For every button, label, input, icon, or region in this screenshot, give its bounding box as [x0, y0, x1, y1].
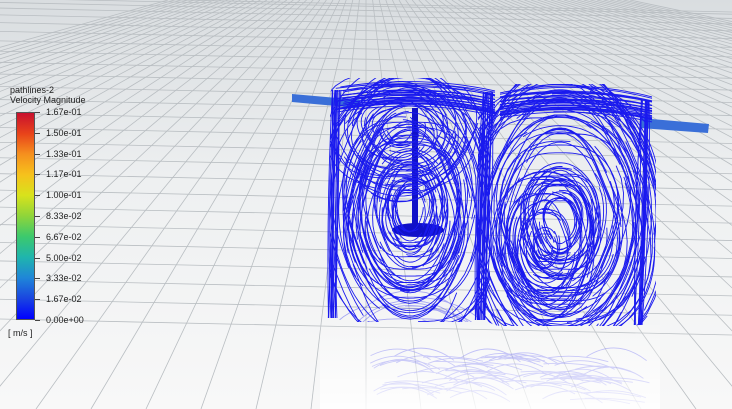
grid-line — [0, 0, 202, 69]
grid-line — [0, 0, 307, 289]
grid-line — [145, 0, 340, 409]
reflection-fade — [320, 320, 660, 409]
grid-line — [35, 0, 327, 409]
pathline — [549, 128, 621, 251]
grid-line — [0, 0, 248, 117]
grid-line — [0, 0, 281, 183]
grid-line — [0, 0, 195, 64]
grid-line — [0, 0, 274, 166]
grid-line — [0, 0, 208, 74]
grid-line — [0, 0, 169, 48]
grid-line — [0, 0, 294, 226]
graphics-viewport[interactable] — [0, 0, 732, 409]
grid-line — [0, 0, 241, 108]
grid-line — [0, 0, 175, 52]
grid-line — [0, 0, 188, 60]
grid-line — [90, 0, 334, 409]
